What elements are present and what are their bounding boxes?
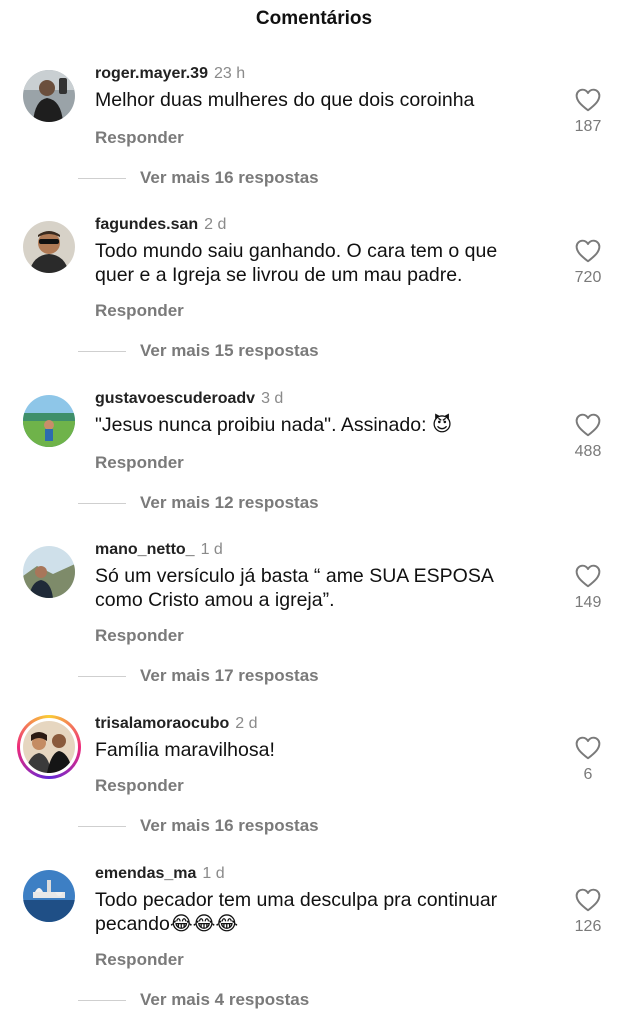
replies-divider	[78, 826, 126, 827]
comment-meta: gustavoescuderoadv 3 d	[95, 390, 283, 408]
like-group: 187	[560, 88, 616, 136]
heart-outline-icon[interactable]	[575, 413, 601, 437]
like-group: 149	[560, 564, 616, 612]
view-more-replies-button[interactable]: Ver mais 16 respostas	[140, 168, 319, 188]
avatar[interactable]	[23, 221, 75, 273]
view-more-replies: Ver mais 17 respostas	[78, 666, 398, 686]
avatar-image	[23, 721, 75, 773]
comment-text-line: "Jesus nunca proibiu nada". Assinado: 😈	[95, 414, 453, 436]
comment-username[interactable]: gustavoescuderoadv	[95, 390, 255, 407]
comment-time: 3 d	[261, 390, 284, 407]
heart-outline-icon[interactable]	[575, 88, 601, 112]
replies-divider	[78, 178, 126, 179]
avatar-image	[23, 395, 75, 447]
comment-text: Melhor duas mulheres do que dois coroinh…	[95, 88, 545, 112]
like-group: 488	[560, 413, 616, 461]
page-title: Comentários	[255, 8, 373, 29]
comment-username[interactable]: fagundes.san	[95, 216, 198, 233]
like-group: 126	[560, 888, 616, 936]
comment-username[interactable]: mano_netto_	[95, 541, 195, 558]
view-more-replies-button[interactable]: Ver mais 4 respostas	[140, 990, 309, 1010]
heart-outline-icon[interactable]	[575, 564, 601, 588]
comment-meta: mano_netto_ 1 d	[95, 541, 223, 559]
comment-text-line: Só um versículo já basta “ ame SUA ESPOS…	[95, 565, 494, 587]
avatar[interactable]	[23, 70, 75, 122]
comment-meta: roger.mayer.39 23 h	[95, 65, 245, 83]
view-more-replies-button[interactable]: Ver mais 16 respostas	[140, 816, 319, 836]
like-count: 149	[574, 594, 602, 611]
replies-divider	[78, 503, 126, 504]
comment-meta: fagundes.san 2 d	[95, 216, 226, 234]
like-count: 488	[574, 443, 602, 460]
reply-button[interactable]: Responder	[95, 128, 184, 148]
replies-divider	[78, 676, 126, 677]
view-more-replies-button[interactable]: Ver mais 17 respostas	[140, 666, 319, 686]
view-more-replies: Ver mais 12 respostas	[78, 493, 398, 513]
avatar-image	[23, 870, 75, 922]
avatar[interactable]	[23, 870, 75, 922]
comment-text-line: como Cristo amou a igreja”.	[95, 589, 335, 611]
like-count: 6	[583, 766, 593, 783]
comments-header: Comentários	[0, 0, 628, 36]
avatar-image	[23, 70, 75, 122]
like-group: 6	[560, 736, 616, 784]
like-count: 720	[574, 269, 602, 286]
comment-meta: trisalamoraocubo 2 d	[95, 715, 258, 733]
view-more-replies: Ver mais 16 respostas	[78, 816, 398, 836]
avatar[interactable]	[23, 395, 75, 447]
view-more-replies-button[interactable]: Ver mais 15 respostas	[140, 341, 319, 361]
view-more-replies: Ver mais 15 respostas	[78, 341, 398, 361]
comments-sheet: Comentários roger.mayer.39 23 h Melhor du…	[0, 0, 628, 1023]
comment-text: Só um versículo já basta “ ame SUA ESPOS…	[95, 564, 545, 612]
comment-meta: emendas_ma 1 d	[95, 865, 225, 883]
comment-time: 23 h	[213, 65, 246, 82]
replies-divider	[78, 1000, 126, 1001]
comment-text-line: Todo pecador tem uma desculpa pra contin…	[95, 889, 498, 911]
avatar-story-ring[interactable]	[17, 715, 81, 779]
comment-time: 2 d	[204, 216, 227, 233]
comment-text: Família maravilhosa!	[95, 738, 545, 762]
reply-button[interactable]: Responder	[95, 301, 184, 321]
replies-divider	[78, 351, 126, 352]
comment-username[interactable]: roger.mayer.39	[95, 65, 208, 82]
heart-outline-icon[interactable]	[575, 736, 601, 760]
avatar-image	[23, 221, 75, 273]
comment-text-line: Melhor duas mulheres do que dois coroinh…	[95, 89, 475, 111]
comment-text: "Jesus nunca proibiu nada". Assinado: 😈	[95, 413, 545, 437]
reply-button[interactable]: Responder	[95, 776, 184, 796]
comment-text-line: Todo mundo saiu ganhando. O cara tem o q…	[95, 240, 498, 262]
comment-text: Todo pecador tem uma desculpa pra contin…	[95, 888, 545, 936]
avatar[interactable]	[23, 546, 75, 598]
comment-text: Todo mundo saiu ganhando. O cara tem o q…	[95, 239, 545, 287]
reply-button[interactable]: Responder	[95, 626, 184, 646]
reply-button[interactable]: Responder	[95, 453, 184, 473]
comment-text-line: quer e a Igreja se livrou de um mau padr…	[95, 264, 463, 286]
comment-text-line: Família maravilhosa!	[95, 739, 275, 761]
like-count: 187	[574, 118, 602, 135]
view-more-replies: Ver mais 4 respostas	[78, 990, 398, 1010]
comment-time: 1 d	[202, 865, 225, 882]
comment-username[interactable]: emendas_ma	[95, 865, 196, 882]
reply-button[interactable]: Responder	[95, 950, 184, 970]
like-group: 720	[560, 239, 616, 287]
like-count: 126	[574, 918, 602, 935]
comment-username[interactable]: trisalamoraocubo	[95, 715, 229, 732]
heart-outline-icon[interactable]	[575, 239, 601, 263]
view-more-replies-button[interactable]: Ver mais 12 respostas	[140, 493, 319, 513]
avatar-image	[23, 546, 75, 598]
comment-text-line: pecando😂😂😂	[95, 913, 239, 935]
heart-outline-icon[interactable]	[575, 888, 601, 912]
view-more-replies: Ver mais 16 respostas	[78, 168, 398, 188]
comment-time: 2 d	[235, 715, 258, 732]
avatar	[23, 721, 75, 773]
comment-time: 1 d	[200, 541, 223, 558]
